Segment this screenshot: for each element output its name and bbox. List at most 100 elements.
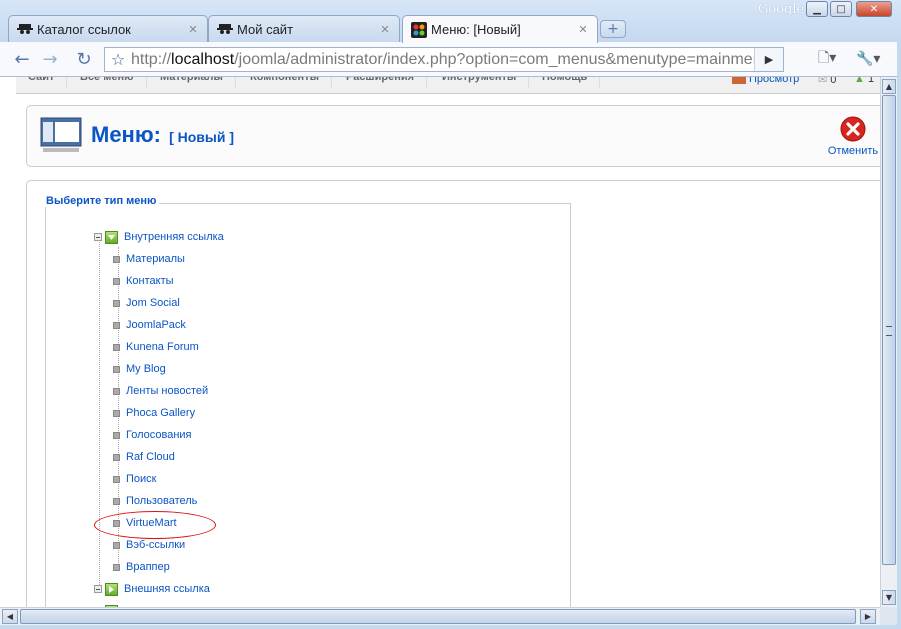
bullet-icon	[113, 541, 120, 549]
bullet-icon	[113, 321, 120, 329]
tree-item[interactable]: Kunena Forum	[113, 338, 199, 356]
arrow-right-icon: →	[42, 48, 58, 70]
reload-button[interactable]: ↻	[72, 47, 96, 71]
scroll-down-button[interactable]: ▼	[882, 590, 896, 605]
preview-label: Просмотр	[749, 77, 800, 85]
tree-item[interactable]: Контакты	[113, 272, 174, 290]
tree-item-label[interactable]: Raf Cloud	[126, 451, 175, 463]
menu-item-components[interactable]: Компоненты	[238, 77, 332, 88]
page-subtitle: [ Новый ]	[169, 129, 235, 145]
forward-button[interactable]: →	[38, 47, 62, 71]
spy-icon	[17, 21, 33, 37]
menu-item-extensions[interactable]: Расширения	[334, 77, 428, 88]
grip-icon	[886, 326, 892, 336]
messages-count[interactable]: ✉ 0	[818, 77, 836, 86]
minimize-button[interactable]: ▁	[806, 1, 828, 17]
title-bar: Каталог ссылок ✕ Мой сайт ✕ Меню: [Новый…	[0, 0, 901, 43]
bullet-icon	[113, 387, 120, 395]
plus-icon: +	[607, 21, 619, 37]
tree-item-label[interactable]: Враппер	[126, 561, 170, 573]
tab-links-catalog[interactable]: Каталог ссылок ✕	[8, 15, 208, 42]
tree-item[interactable]: Phoca Gallery	[113, 404, 195, 422]
tree-node-internal-link[interactable]: Внутренняя ссылка	[94, 228, 224, 246]
tree-item[interactable]: Голосования	[113, 426, 192, 444]
arrow-left-icon: ◀	[6, 612, 14, 621]
tree-item-label[interactable]: Голосования	[126, 429, 192, 441]
tree-node-external-link[interactable]: Внешняя ссылка	[94, 580, 210, 598]
tree-node-label[interactable]: Внутренняя ссылка	[124, 231, 224, 243]
tree-item[interactable]: Jom Social	[113, 294, 180, 312]
tree-item-label[interactable]: Материалы	[126, 253, 185, 265]
tab-menu-new[interactable]: Меню: [Новый] ✕	[402, 15, 598, 43]
tree-item[interactable]: Враппер	[113, 558, 170, 576]
menu-item-site[interactable]: Сайт	[16, 77, 68, 88]
menu-item-all-menus[interactable]: Все меню	[68, 77, 147, 88]
url-host: localhost	[171, 50, 235, 68]
menu-item-tools[interactable]: Инструменты	[430, 77, 530, 88]
users-count[interactable]: ▲ 1	[854, 77, 874, 85]
address-url[interactable]: http://localhost/joomla/administrator/in…	[131, 51, 771, 69]
tree-item[interactable]: Raf Cloud	[113, 448, 175, 466]
tree-item-label[interactable]: Jom Social	[126, 297, 180, 309]
preview-icon	[732, 77, 746, 84]
collapse-icon[interactable]	[94, 585, 102, 593]
tree-item-label[interactable]: Контакты	[126, 275, 174, 287]
scroll-left-button[interactable]: ◀	[2, 609, 18, 624]
tree-item[interactable]: Пользователь	[113, 492, 197, 510]
address-bar[interactable]: ☆ http://localhost/joomla/administrator/…	[104, 47, 784, 72]
collapse-icon[interactable]	[94, 233, 102, 241]
page-title: Меню: [ Новый ]	[91, 122, 234, 148]
tree-item-label[interactable]: JoomlaPack	[126, 319, 186, 331]
scroll-up-button[interactable]: ▲	[882, 79, 896, 94]
go-button[interactable]: ▶	[754, 48, 783, 71]
tree-item[interactable]: Поиск	[113, 470, 156, 488]
page-content: Сайт Все меню Материалы Компоненты Расши…	[0, 77, 880, 607]
new-tab-button[interactable]: +	[600, 20, 626, 38]
page-menu-button[interactable]: 🗋▾	[818, 48, 836, 70]
bullet-icon	[113, 475, 120, 483]
close-icon[interactable]: ✕	[575, 23, 591, 36]
tree-item-label[interactable]: Ленты новостей	[126, 385, 208, 397]
tree-item[interactable]: My Blog	[113, 360, 166, 378]
scroll-right-button[interactable]: ▶	[860, 609, 876, 624]
arrow-left-icon: ←	[14, 48, 30, 70]
spy-icon	[217, 21, 233, 37]
menu-item-content[interactable]: Материалы	[148, 77, 236, 88]
tree-node-label[interactable]: Внешняя ссылка	[124, 583, 210, 595]
vertical-scrollbar[interactable]: ▲ ▼	[880, 77, 897, 607]
preview-link[interactable]: Просмотр	[732, 77, 799, 85]
tab-label: Меню: [Новый]	[431, 22, 521, 37]
horizontal-scrollbar[interactable]: ◀ ▶	[0, 607, 880, 625]
back-button[interactable]: ←	[10, 47, 34, 71]
url-scheme: http://	[131, 50, 172, 68]
close-icon[interactable]: ✕	[377, 23, 393, 36]
maximize-button[interactable]: □	[830, 1, 852, 17]
tree-item-label[interactable]: Вэб-ссылки	[126, 539, 185, 551]
tree-item[interactable]: JoomlaPack	[113, 316, 186, 334]
cancel-button[interactable]: Отменить	[823, 115, 880, 161]
tree-item-label[interactable]: My Blog	[126, 363, 166, 375]
tree-item[interactable]: Ленты новостей	[113, 382, 208, 400]
tree-item-label[interactable]: Поиск	[126, 473, 156, 485]
reload-icon: ↻	[76, 48, 92, 70]
menu-item-help[interactable]: Помощь	[530, 77, 601, 88]
close-icon[interactable]: ✕	[185, 23, 201, 36]
bullet-icon	[113, 255, 120, 263]
tree-item-label[interactable]: Пользователь	[126, 495, 197, 507]
users-icon: ▲	[854, 77, 865, 85]
tab-my-site[interactable]: Мой сайт ✕	[208, 15, 400, 42]
vertical-scroll-thumb[interactable]	[882, 95, 896, 565]
tree-item-label[interactable]: Phoca Gallery	[126, 407, 195, 419]
tree-item-label[interactable]: Kunena Forum	[126, 341, 199, 353]
messages-value: 0	[830, 77, 837, 86]
window-frame-bottom	[0, 625, 901, 629]
bullet-icon	[113, 277, 120, 285]
fieldset-legend: Выберите тип меню	[43, 195, 160, 207]
folder-icon	[105, 582, 118, 596]
horizontal-scroll-thumb[interactable]	[20, 609, 856, 624]
tools-menu-button[interactable]: 🔧▾	[856, 48, 880, 70]
arrow-up-icon: ▲	[885, 82, 893, 91]
star-icon[interactable]: ☆	[105, 50, 131, 69]
tree-item[interactable]: Материалы	[113, 250, 185, 268]
close-window-button[interactable]: ✕	[856, 1, 892, 17]
